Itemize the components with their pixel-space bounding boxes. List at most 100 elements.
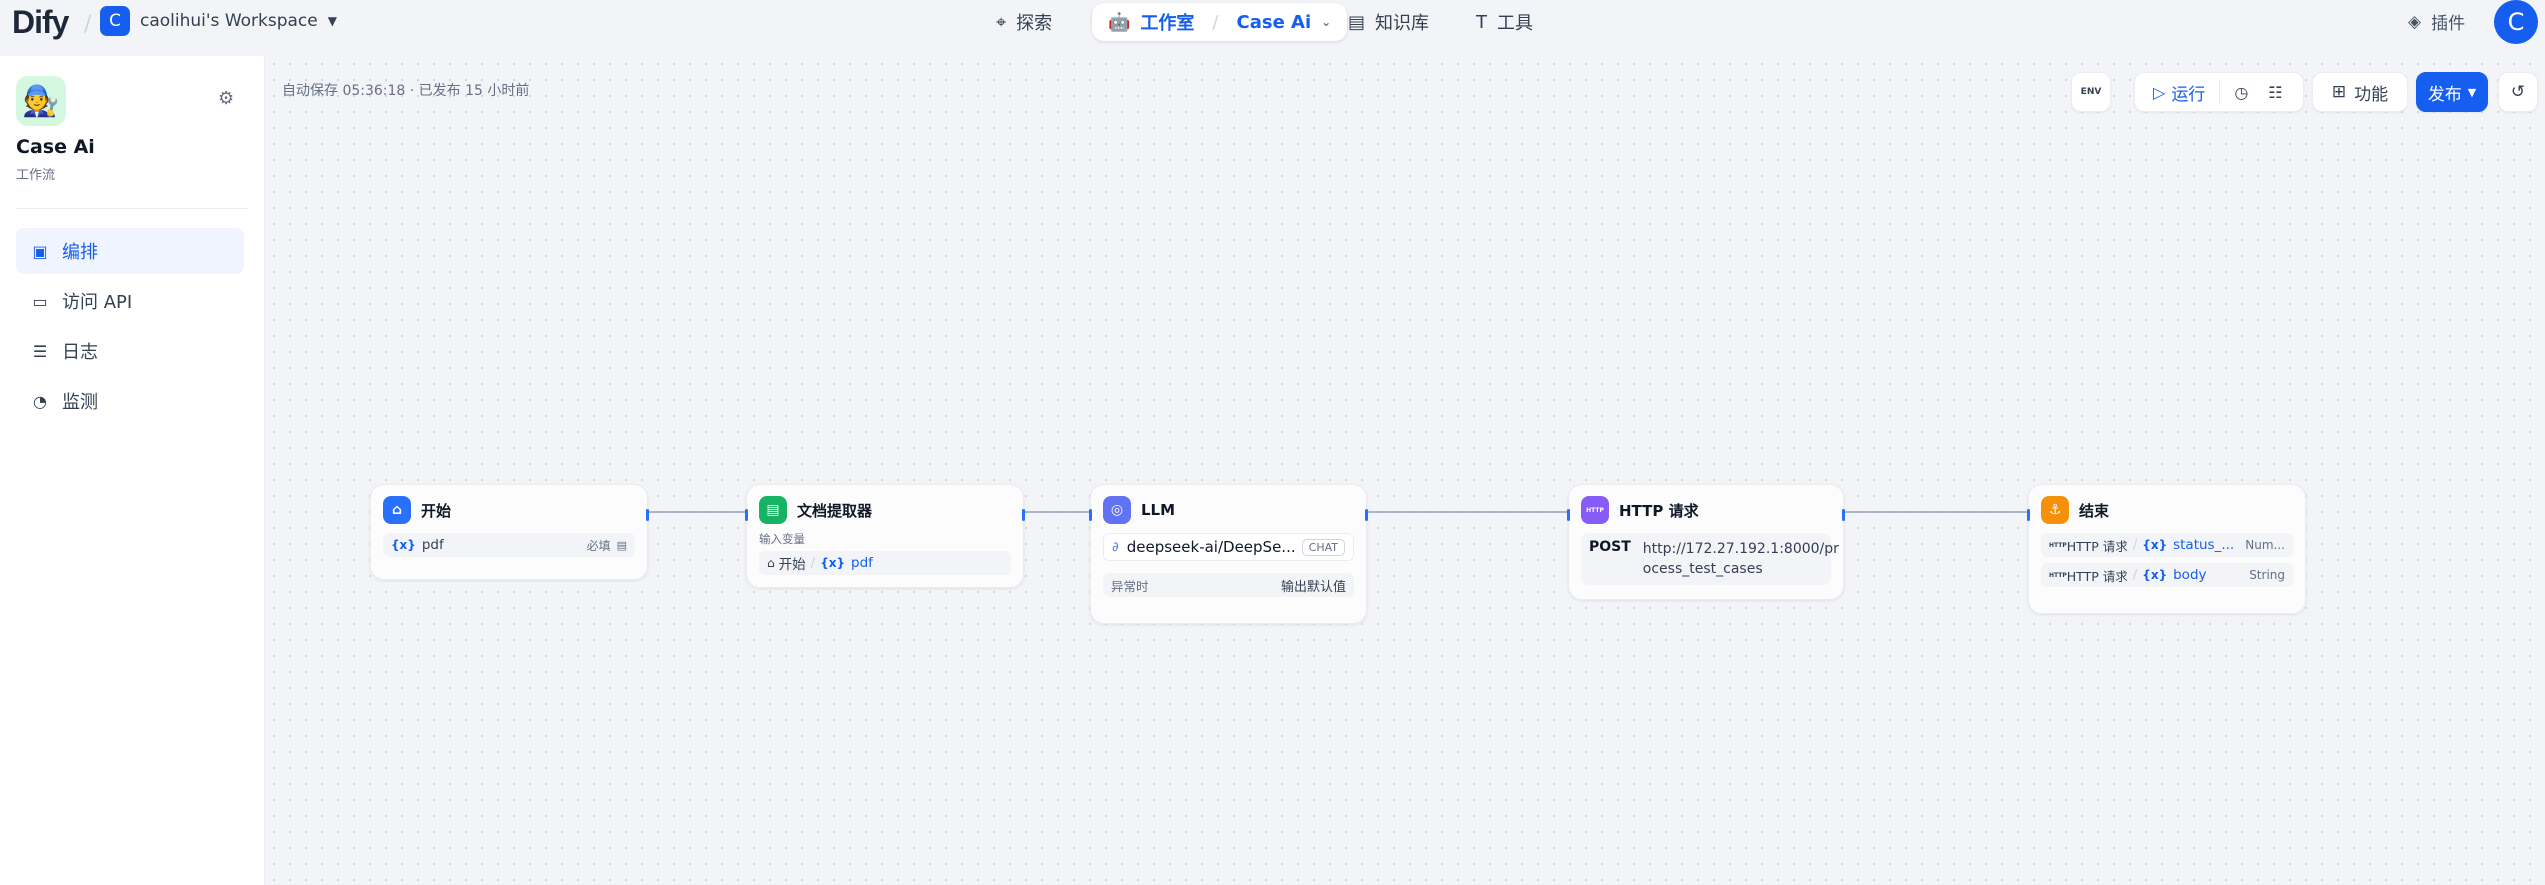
sidebar: 🧑‍🔧 ⚙ Case Ai 工作流 ▣ 编排 ▭ 访问 API ☰ 日志 ◔ 监… [0,56,265,885]
output-variable: body [2173,567,2207,583]
checklist-clock-icon[interactable]: ◷ [2234,83,2248,102]
output-handle[interactable] [1842,509,1845,521]
variable-name: pdf [421,537,444,553]
layout-icon: ▣ [32,241,48,261]
input-handle[interactable] [745,509,748,521]
http-icon: HTTP [1581,496,1609,524]
input-label: 输入变量 [759,532,805,546]
divider: / [2132,567,2138,583]
nav-studio[interactable]: 🤖 工作室 / Case Ai ⌄ [1092,3,1348,41]
node-http-request[interactable]: HTTP HTTP 请求 POST http://172.27.192.1:80… [1567,484,1845,600]
settings-sliders-icon[interactable]: ⚙ [218,88,234,109]
required-tag: 必填 [586,538,611,553]
top-bar: Dify / C caolihui's Workspace ▼ ⌖ 探索 🤖 工… [0,0,2545,56]
node-title: HTTP 请求 [1619,501,1699,520]
input-handle[interactable] [1567,509,1570,521]
nav-studio-label: 工作室 [1140,13,1195,34]
output-source: HTTP 请求 [2066,538,2128,554]
model-provider-icon: ∂ [1112,539,1119,555]
sidebar-item-logs[interactable]: ☰ 日志 [16,328,244,374]
env-button[interactable]: ENV [2071,72,2111,112]
book-icon: ▤ [1348,11,1366,33]
output-handle[interactable] [1365,509,1368,521]
nav-explore[interactable]: ⌖ 探索 [996,3,1052,41]
input-handle[interactable] [1089,509,1092,521]
node-end[interactable]: ⚓ 结束 HTTP HTTP 请求 / {x} status_... Num..… [2027,484,2306,614]
current-app-label[interactable]: Case Ai [1237,12,1312,33]
history-button[interactable]: ↺ [2498,72,2538,112]
variable-icon: {x} [391,538,416,552]
output-row: HTTP HTTP 请求 / {x} status_... Num... [2041,533,2293,557]
http-icon: HTTP [2049,541,2067,549]
variable-source: 开始 [778,557,806,573]
divider: / [810,555,816,571]
node-title: 文档提取器 [797,501,873,520]
compass-icon: ⌖ [996,11,1007,33]
error-value: 输出默认值 [1280,579,1346,595]
user-avatar[interactable]: C [2494,0,2538,44]
divider: / [84,12,92,37]
node-header: ⚓ 结束 [2041,495,2293,525]
model-name: deepseek-ai/DeepSe... [1126,538,1296,556]
sidebar-menu: ▣ 编排 ▭ 访问 API ☰ 日志 ◔ 监测 [16,228,244,428]
sidebar-item-orchestrate[interactable]: ▣ 编排 [16,228,244,274]
plugins-button[interactable]: ◈ 插件 [2408,9,2466,35]
features-button[interactable]: ⊞ 功能 [2312,72,2408,112]
input-handle[interactable] [2027,509,2030,521]
node-llm[interactable]: ◎ LLM ∂ deepseek-ai/DeepSe... CHAT 异常时 输… [1089,484,1368,624]
app-type: 工作流 [16,168,56,183]
workspace-selector[interactable]: C caolihui's Workspace ▼ [100,6,337,36]
cube-icon: ◈ [2408,11,2422,32]
divider [2219,81,2221,103]
divider [16,208,248,209]
node-header: HTTP HTTP 请求 [1581,495,1831,525]
robot-icon: 🤖 [1108,11,1131,33]
variable-icon: {x} [820,556,846,570]
chevron-down-icon: ▼ [2467,85,2477,99]
node-header: ◎ LLM [1103,495,1354,525]
run-button[interactable]: 运行 [2171,80,2205,105]
workspace-avatar: C [100,6,130,36]
log-icon: ☰ [32,341,48,361]
sidebar-item-api[interactable]: ▭ 访问 API [16,278,244,324]
chat-badge: CHAT [1301,538,1345,556]
grid-icon: ⊞ [2331,82,2347,102]
sidebar-item-label: 编排 [62,242,98,263]
doc-type-icon: ▤ [616,538,627,552]
home-icon: ⌂ [383,496,411,524]
sidebar-item-monitor[interactable]: ◔ 监测 [16,378,244,424]
output-type: Num... [2245,538,2285,552]
chevron-down-icon[interactable]: ⌄ [1321,15,1331,29]
nav-knowledge-label: 知识库 [1375,13,1430,34]
output-type: String [2249,568,2285,582]
hammer-icon: T [1476,11,1487,33]
node-title: 开始 [421,501,452,520]
llm-icon: ◎ [1103,496,1131,524]
dify-logo[interactable]: Dify [12,4,69,41]
app-icon: 🧑‍🔧 [16,76,66,126]
nav-tools[interactable]: T 工具 [1476,3,1533,41]
nav-knowledge[interactable]: ▤ 知识库 [1348,3,1429,41]
end-icon: ⚓ [2041,496,2069,524]
variable-row: ⌂ 开始 / {x} pdf [759,551,1011,575]
output-variable: status_... [2173,537,2235,553]
publish-button[interactable]: 发布 ▼ [2416,72,2488,112]
http-url-line: http://172.27.192.1:8000/pr [1642,541,1839,557]
workflow-canvas[interactable]: 自动保存 05:36:18 · 已发布 15 小时前 ENV ▷ 运行 ◷ ☷ … [266,56,2545,885]
model-row[interactable]: ∂ deepseek-ai/DeepSe... CHAT [1103,533,1354,561]
node-start[interactable]: ⌂ 开始 {x} pdf 必填 ▤ [370,484,649,580]
divider: / [2132,537,2138,553]
plugins-label: 插件 [2431,14,2466,34]
app-name: Case Ai [16,136,95,158]
variable-icon: {x} [2142,568,2168,582]
node-doc-extractor[interactable]: ▤ 文档提取器 输入变量 ⌂ 开始 / {x} pdf [745,484,1025,588]
play-icon[interactable]: ▷ [2153,83,2165,102]
output-handle[interactable] [1022,509,1025,521]
http-url: http://172.27.192.1:8000/pr ocess_test_c… [1643,539,1839,579]
checklist-icon[interactable]: ☷ [2268,83,2282,102]
workflow-edges [648,511,2028,513]
variable-row: {x} pdf 必填 ▤ [383,533,635,557]
output-handle[interactable] [646,509,649,521]
error-handling-row: 异常时 输出默认值 [1103,573,1354,597]
error-label: 异常时 [1111,578,1149,594]
